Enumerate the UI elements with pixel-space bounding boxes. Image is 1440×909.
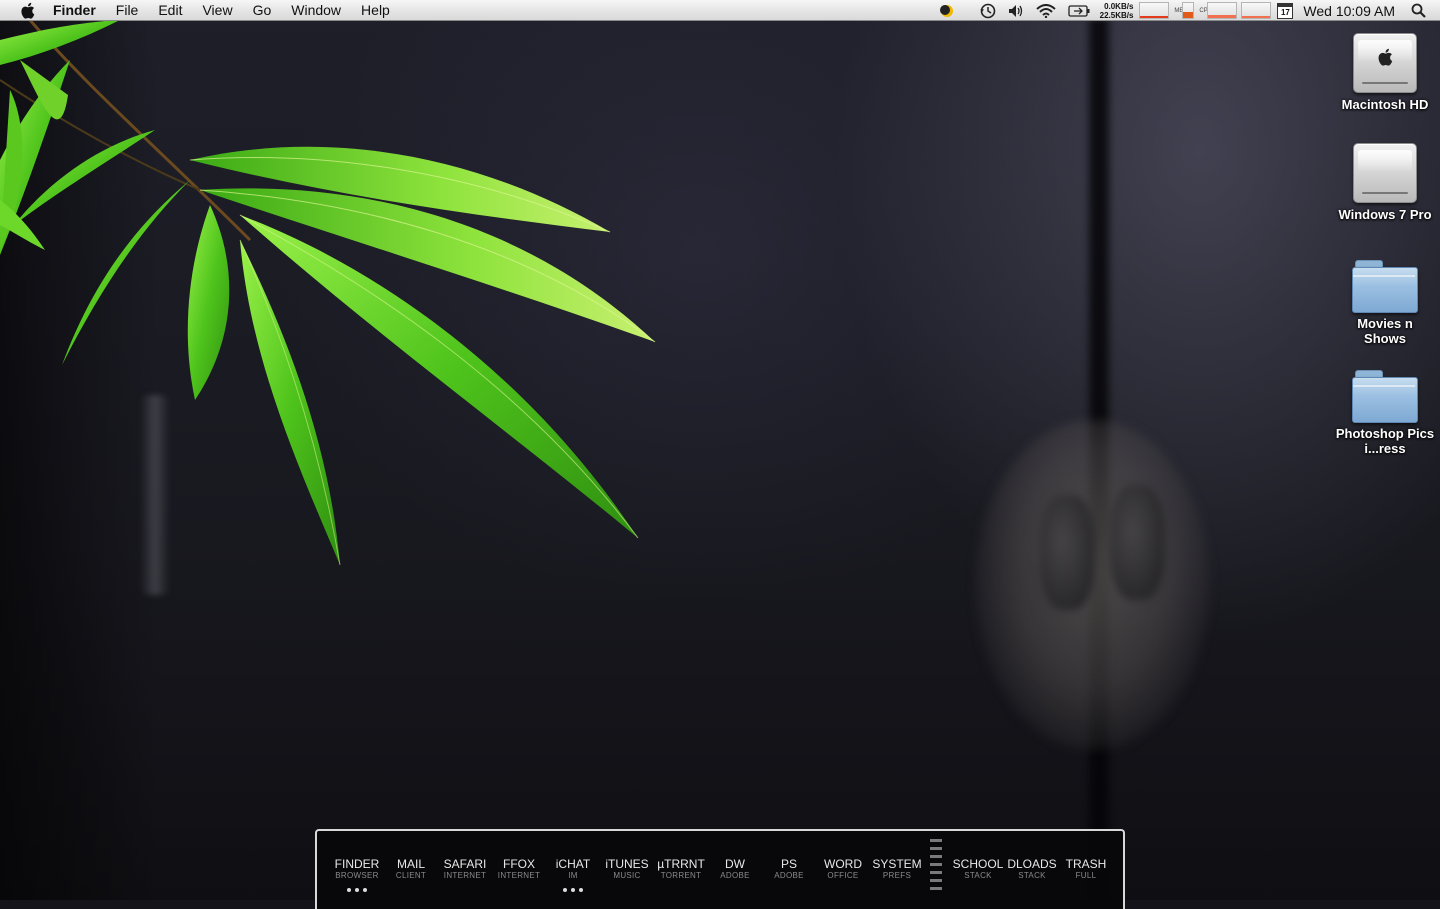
apple-logo-icon [1354,48,1416,71]
running-indicator [327,888,387,892]
dock-item-photoshop[interactable]: PS ADOBE [759,858,819,881]
time-machine-icon[interactable] [974,0,1002,21]
desktop-wallpaper [0,0,1440,900]
dock-item-subtitle: INTERNET [497,871,541,880]
running-indicator [543,888,603,892]
wifi-icon[interactable] [1030,0,1062,21]
net-download-speed: 0.0KB/s [1104,1,1134,11]
dock-item-subtitle: OFFICE [827,871,859,880]
menu-help[interactable]: Help [351,0,400,21]
dock-item-trash[interactable]: TRASH FULL [1056,858,1116,881]
dock-item-name: MAIL [396,857,425,871]
dock-item-firefox[interactable]: FFOX INTERNET [489,858,549,881]
desktop-icon-label: Movies n Shows [1357,316,1413,346]
dock-item-subtitle: BROWSER [335,871,379,880]
network-speed-monitor[interactable]: 0.0KB/s 22.5KB/s [1096,2,1138,20]
apple-menu-icon[interactable] [16,0,38,21]
dock-item-name: FFOX [503,857,535,871]
dock-item-name: TRASH [1065,857,1107,871]
desktop-icon-label: Photoshop Pics i...ress [1335,426,1435,456]
menu-bar: Finder File Edit View Go Window Help 0.0… [0,0,1440,21]
dock-item-name: FINDER [334,857,380,871]
dock-item-utorrent[interactable]: µTRRNT TORRENT [651,858,711,881]
cpu-graph-1[interactable] [1207,2,1238,19]
desktop-icon-label: Macintosh HD [1341,97,1429,112]
dock-item-ichat[interactable]: iCHAT IM [543,858,603,892]
bamboo-leaves-illustration [0,19,656,566]
desktop-icon-movies-n-shows[interactable]: Movies n Shows [1335,258,1435,346]
menu-view[interactable]: View [192,0,242,21]
hard-drive-icon [1353,143,1417,203]
desktop-icon-windows-7-pro[interactable]: Windows 7 Pro [1335,143,1435,222]
dock-item-subtitle: PREFS [882,871,912,880]
dock-item-subtitle: ADOBE [774,871,804,880]
calendar-icon[interactable]: 17 [1273,0,1297,21]
dock-item-subtitle: FULL [1075,871,1097,880]
dock-item-subtitle: STACK [1018,871,1046,880]
menu-edit[interactable]: Edit [148,0,192,21]
folder-icon [1352,258,1418,313]
dock-item-name: µTRRNT [657,857,705,871]
menu-go[interactable]: Go [243,0,282,21]
network-graph[interactable] [1139,2,1170,19]
dock-item-subtitle: ADOBE [720,871,750,880]
dock-stack-downloads[interactable]: DLOADS STACK [1002,858,1062,881]
dock-item-name: WORD [824,857,862,871]
net-upload-speed: 22.5KB/s [1099,10,1134,20]
dock-stack-school[interactable]: SCHOOL STACK [948,858,1008,881]
menu-clock[interactable]: Wed 10:09 AM [1297,3,1405,19]
volume-icon[interactable] [1002,0,1030,21]
folder-icon [1352,368,1418,423]
battery-icon[interactable] [1062,0,1096,21]
memory-meter[interactable] [1182,2,1195,19]
dock-item-name: DLOADS [1007,857,1057,871]
spotlight-icon[interactable] [1405,0,1440,21]
calendar-day: 17 [1277,2,1294,19]
wallpaper-lock-knob-left [1040,495,1095,610]
dock-item-name: SYSTEM [872,857,922,871]
dock-item-subtitle: CLIENT [395,871,427,880]
menu-app-finder[interactable]: Finder [38,0,106,21]
moon-icon[interactable] [934,0,960,21]
dock-item-word[interactable]: WORD OFFICE [813,858,873,881]
desktop-icon-photoshop-pics[interactable]: Photoshop Pics i...ress [1335,368,1435,456]
dock-item-subtitle: TORRENT [660,871,702,880]
hard-drive-icon [1353,33,1417,93]
dock-item-name: SCHOOL [952,857,1004,871]
dock-item-finder[interactable]: FINDER BROWSER [327,858,387,892]
dock-item-name: SAFARI [443,857,487,871]
dock-separator[interactable] [930,839,942,895]
dock-item-itunes[interactable]: iTUNES MUSIC [597,858,657,881]
dock-item-subtitle: IM [568,871,578,880]
dock-item-name: DW [725,857,745,871]
dock-item-system-prefs[interactable]: SYSTEM PREFS [867,858,927,881]
cpu-graph-2[interactable] [1241,2,1272,19]
dock-item-dreamweaver[interactable]: DW ADOBE [705,858,765,881]
dock-item-mail[interactable]: MAIL CLIENT [381,858,441,881]
dock-item-subtitle: MUSIC [613,871,641,880]
dock-item-name: PS [780,857,797,871]
dock-item-name: iCHAT [555,857,591,871]
menu-extras: 0.0KB/s 22.5KB/s MEM CPU 17 Wed 10:09 AM [934,0,1440,21]
mem-label: MEM [1174,7,1189,14]
desktop-icon-label: Windows 7 Pro [1338,207,1432,222]
menu-file[interactable]: File [106,0,149,21]
desktop-icon-macintosh-hd[interactable]: Macintosh HD [1335,33,1435,112]
menu-window[interactable]: Window [281,0,351,21]
dock-item-subtitle: INTERNET [443,871,487,880]
dock-item-safari[interactable]: SAFARI INTERNET [435,858,495,881]
dock: FINDER BROWSER MAIL CLIENT SAFARI INTERN… [315,829,1125,909]
cpu-label: CPU [1199,7,1213,14]
dock-item-subtitle: STACK [964,871,992,880]
wallpaper-lock-knob-right [1110,485,1165,600]
dock-item-name: iTUNES [605,857,649,871]
